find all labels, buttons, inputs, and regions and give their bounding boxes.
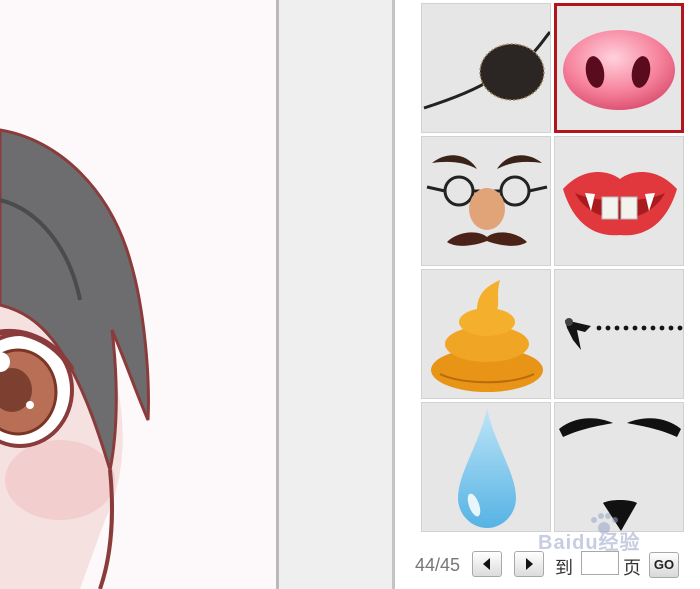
page-label: 页 bbox=[623, 558, 641, 578]
vampire-lips-icon bbox=[563, 171, 677, 236]
sticker-panel: 44/45 到 页 GO bbox=[395, 0, 700, 589]
sticker-eye-patch[interactable] bbox=[421, 3, 551, 133]
triangle-right-icon bbox=[526, 558, 533, 570]
sticker-vampire-lips[interactable] bbox=[554, 136, 684, 266]
sticker-tear-drop[interactable] bbox=[421, 402, 551, 532]
sticker-grid bbox=[421, 3, 687, 535]
cartoon-face-image bbox=[0, 128, 150, 589]
watermark: Baidu经验 bbox=[538, 512, 668, 554]
sticker-pig-nose[interactable] bbox=[554, 3, 684, 133]
middle-panel bbox=[279, 0, 392, 589]
goto-label: 到 bbox=[555, 558, 573, 578]
nose-glasses-icon bbox=[426, 155, 548, 246]
page-count: 44/45 bbox=[415, 555, 461, 575]
sticker-nose-glasses[interactable] bbox=[421, 136, 551, 266]
poop-icon bbox=[431, 280, 543, 392]
pig-nose-icon bbox=[563, 30, 675, 110]
eye-patch-icon bbox=[423, 31, 550, 110]
fuse-bomb-icon bbox=[565, 318, 683, 350]
tear-drop-icon bbox=[458, 408, 516, 528]
watermark-text: Baidu经验 bbox=[538, 532, 641, 554]
triangle-left-icon bbox=[483, 558, 490, 570]
prev-page-button[interactable] bbox=[472, 551, 502, 577]
sticker-fuse-bomb[interactable] bbox=[554, 269, 684, 399]
go-button[interactable]: GO bbox=[649, 552, 679, 578]
photo-canvas[interactable] bbox=[0, 0, 276, 589]
sticker-poop[interactable] bbox=[421, 269, 551, 399]
